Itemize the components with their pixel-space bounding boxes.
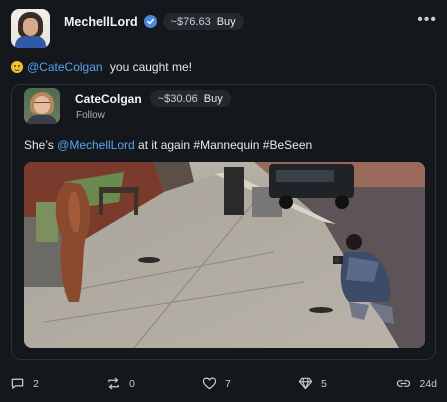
link-icon <box>397 380 411 387</box>
street-photo[interactable] <box>24 162 425 348</box>
verified-badge-icon <box>143 15 157 28</box>
follow-button[interactable]: Follow <box>76 110 105 121</box>
quoted-text-pre: She’s <box>24 138 58 152</box>
action-bar: 2 0 7 5 24d <box>10 376 437 392</box>
reply-action[interactable]: 2 <box>10 376 39 391</box>
author-price-pill[interactable]: ~$76.63 Buy <box>162 13 244 30</box>
like-count: 7 <box>225 377 231 390</box>
author-buy-button[interactable]: Buy <box>217 16 236 28</box>
quoted-name-row: CateColgan ~$30.06 Buy <box>75 90 231 107</box>
reply-icon <box>11 378 24 389</box>
quoted-price: ~$30.06 <box>157 92 198 105</box>
post-header: MechellLord ~$76.63 Buy ••• <box>11 9 437 49</box>
quoted-author-avatar[interactable] <box>24 88 60 124</box>
repost-icon <box>108 377 119 390</box>
quoted-mention-link[interactable]: @MechellLord <box>57 138 135 152</box>
quoted-post-text: She’s @MechellLord at it again #Mannequi… <box>24 138 312 152</box>
street-photo-image <box>24 162 425 348</box>
repost-count: 0 <box>129 377 135 390</box>
reply-count: 2 <box>33 377 39 390</box>
post-body-text: you caught me! <box>106 60 192 74</box>
heart-icon <box>202 377 217 390</box>
quoted-post[interactable]: CateColgan ~$30.06 Buy Follow She’s @Mec… <box>11 84 436 360</box>
quoted-author-name[interactable]: CateColgan <box>75 92 142 106</box>
repost-action[interactable]: 0 <box>106 376 135 391</box>
share-action[interactable]: 24d <box>396 376 437 391</box>
author-price: ~$76.63 <box>170 15 211 28</box>
post-age: 24d <box>419 377 437 390</box>
author-name-row: MechellLord ~$76.63 Buy <box>64 13 244 30</box>
more-options-icon[interactable]: ••• <box>417 11 437 29</box>
tip-count: 5 <box>321 377 327 390</box>
author-avatar[interactable] <box>11 9 50 48</box>
tip-action[interactable]: 5 <box>298 376 327 391</box>
quoted-price-pill[interactable]: ~$30.06 Buy <box>149 90 231 107</box>
like-action[interactable]: 7 <box>202 376 231 391</box>
post-mention-link[interactable]: @CateColgan <box>27 60 103 74</box>
post-text: @CateColgan you caught me! <box>11 60 192 74</box>
grinning-face-emoji-icon <box>11 61 23 73</box>
diamond-icon <box>298 377 313 390</box>
quoted-buy-button[interactable]: Buy <box>204 93 223 105</box>
author-name[interactable]: MechellLord <box>64 15 138 29</box>
quoted-text-post: at it again #Mannequin #BeSeen <box>134 138 313 152</box>
